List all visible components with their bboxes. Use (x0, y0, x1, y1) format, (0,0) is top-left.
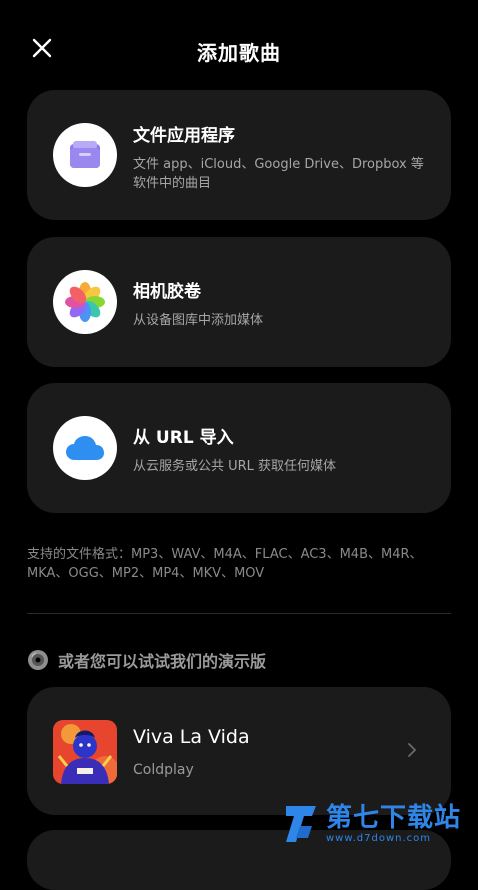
watermark-name: 第七下载站 (326, 803, 462, 833)
source-description: 从云服务或公共 URL 获取任何媒体 (133, 459, 337, 474)
source-title: 从 URL 导入 (133, 428, 234, 448)
watermark-url: www.d7down.com (326, 833, 432, 844)
watermark: 第七下载站 www.d7down.com (282, 800, 461, 848)
album-art (53, 720, 117, 784)
cloud-icon (66, 436, 104, 460)
album-art-image (53, 720, 117, 784)
source-url-import[interactable]: 从 URL 导入 从云服务或公共 URL 获取任何媒体 (27, 383, 451, 513)
disc-icon (28, 650, 48, 670)
source-description: 文件 app、iCloud、Google Drive、Dropbox 等软件中的… (133, 157, 424, 191)
demo-song-item[interactable]: Viva La Vida Coldplay (27, 687, 451, 815)
supported-formats-text: 支持的文件格式：MP3、WAV、M4A、FLAC、AC3、M4B、M4R、MKA… (27, 547, 423, 581)
section-divider (27, 613, 451, 614)
source-files-app[interactable]: 文件应用程序 文件 app、iCloud、Google Drive、Dropbo… (27, 90, 451, 220)
files-icon-badge (53, 123, 117, 187)
watermark-logo-icon (286, 806, 316, 842)
photos-icon-badge (53, 270, 117, 334)
source-camera-roll[interactable]: 相机胶卷 从设备图库中添加媒体 (27, 237, 451, 367)
header: 添加歌曲 (0, 0, 478, 100)
source-description: 从设备图库中添加媒体 (133, 313, 264, 328)
source-title: 相机胶卷 (133, 282, 201, 302)
song-title: Viva La Vida (133, 726, 250, 748)
photos-icon (65, 282, 105, 322)
demo-section-title: 或者您可以试试我们的演示版 (58, 652, 267, 671)
cloud-icon-badge (53, 416, 117, 480)
demo-section-header: 或者您可以试试我们的演示版 (27, 648, 266, 672)
folder-icon (70, 141, 100, 168)
page-title: 添加歌曲 (197, 41, 281, 65)
chevron-right-icon (408, 743, 417, 757)
song-artist: Coldplay (133, 762, 194, 778)
source-title: 文件应用程序 (133, 126, 235, 146)
